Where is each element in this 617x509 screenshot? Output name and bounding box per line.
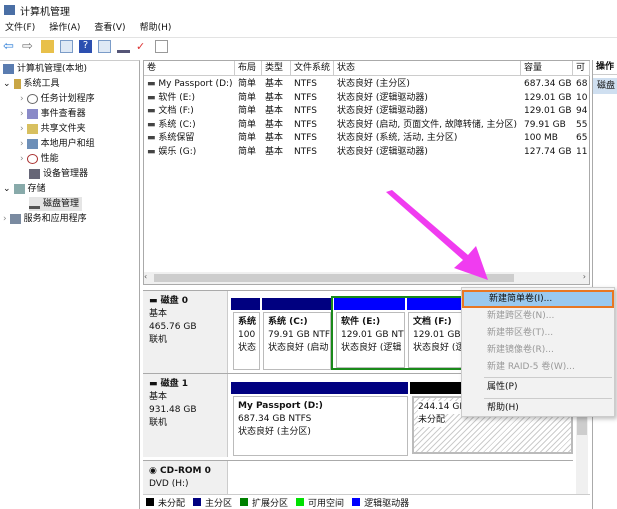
annotation-arrow [386,190,488,280]
arrow-shape [386,190,488,280]
